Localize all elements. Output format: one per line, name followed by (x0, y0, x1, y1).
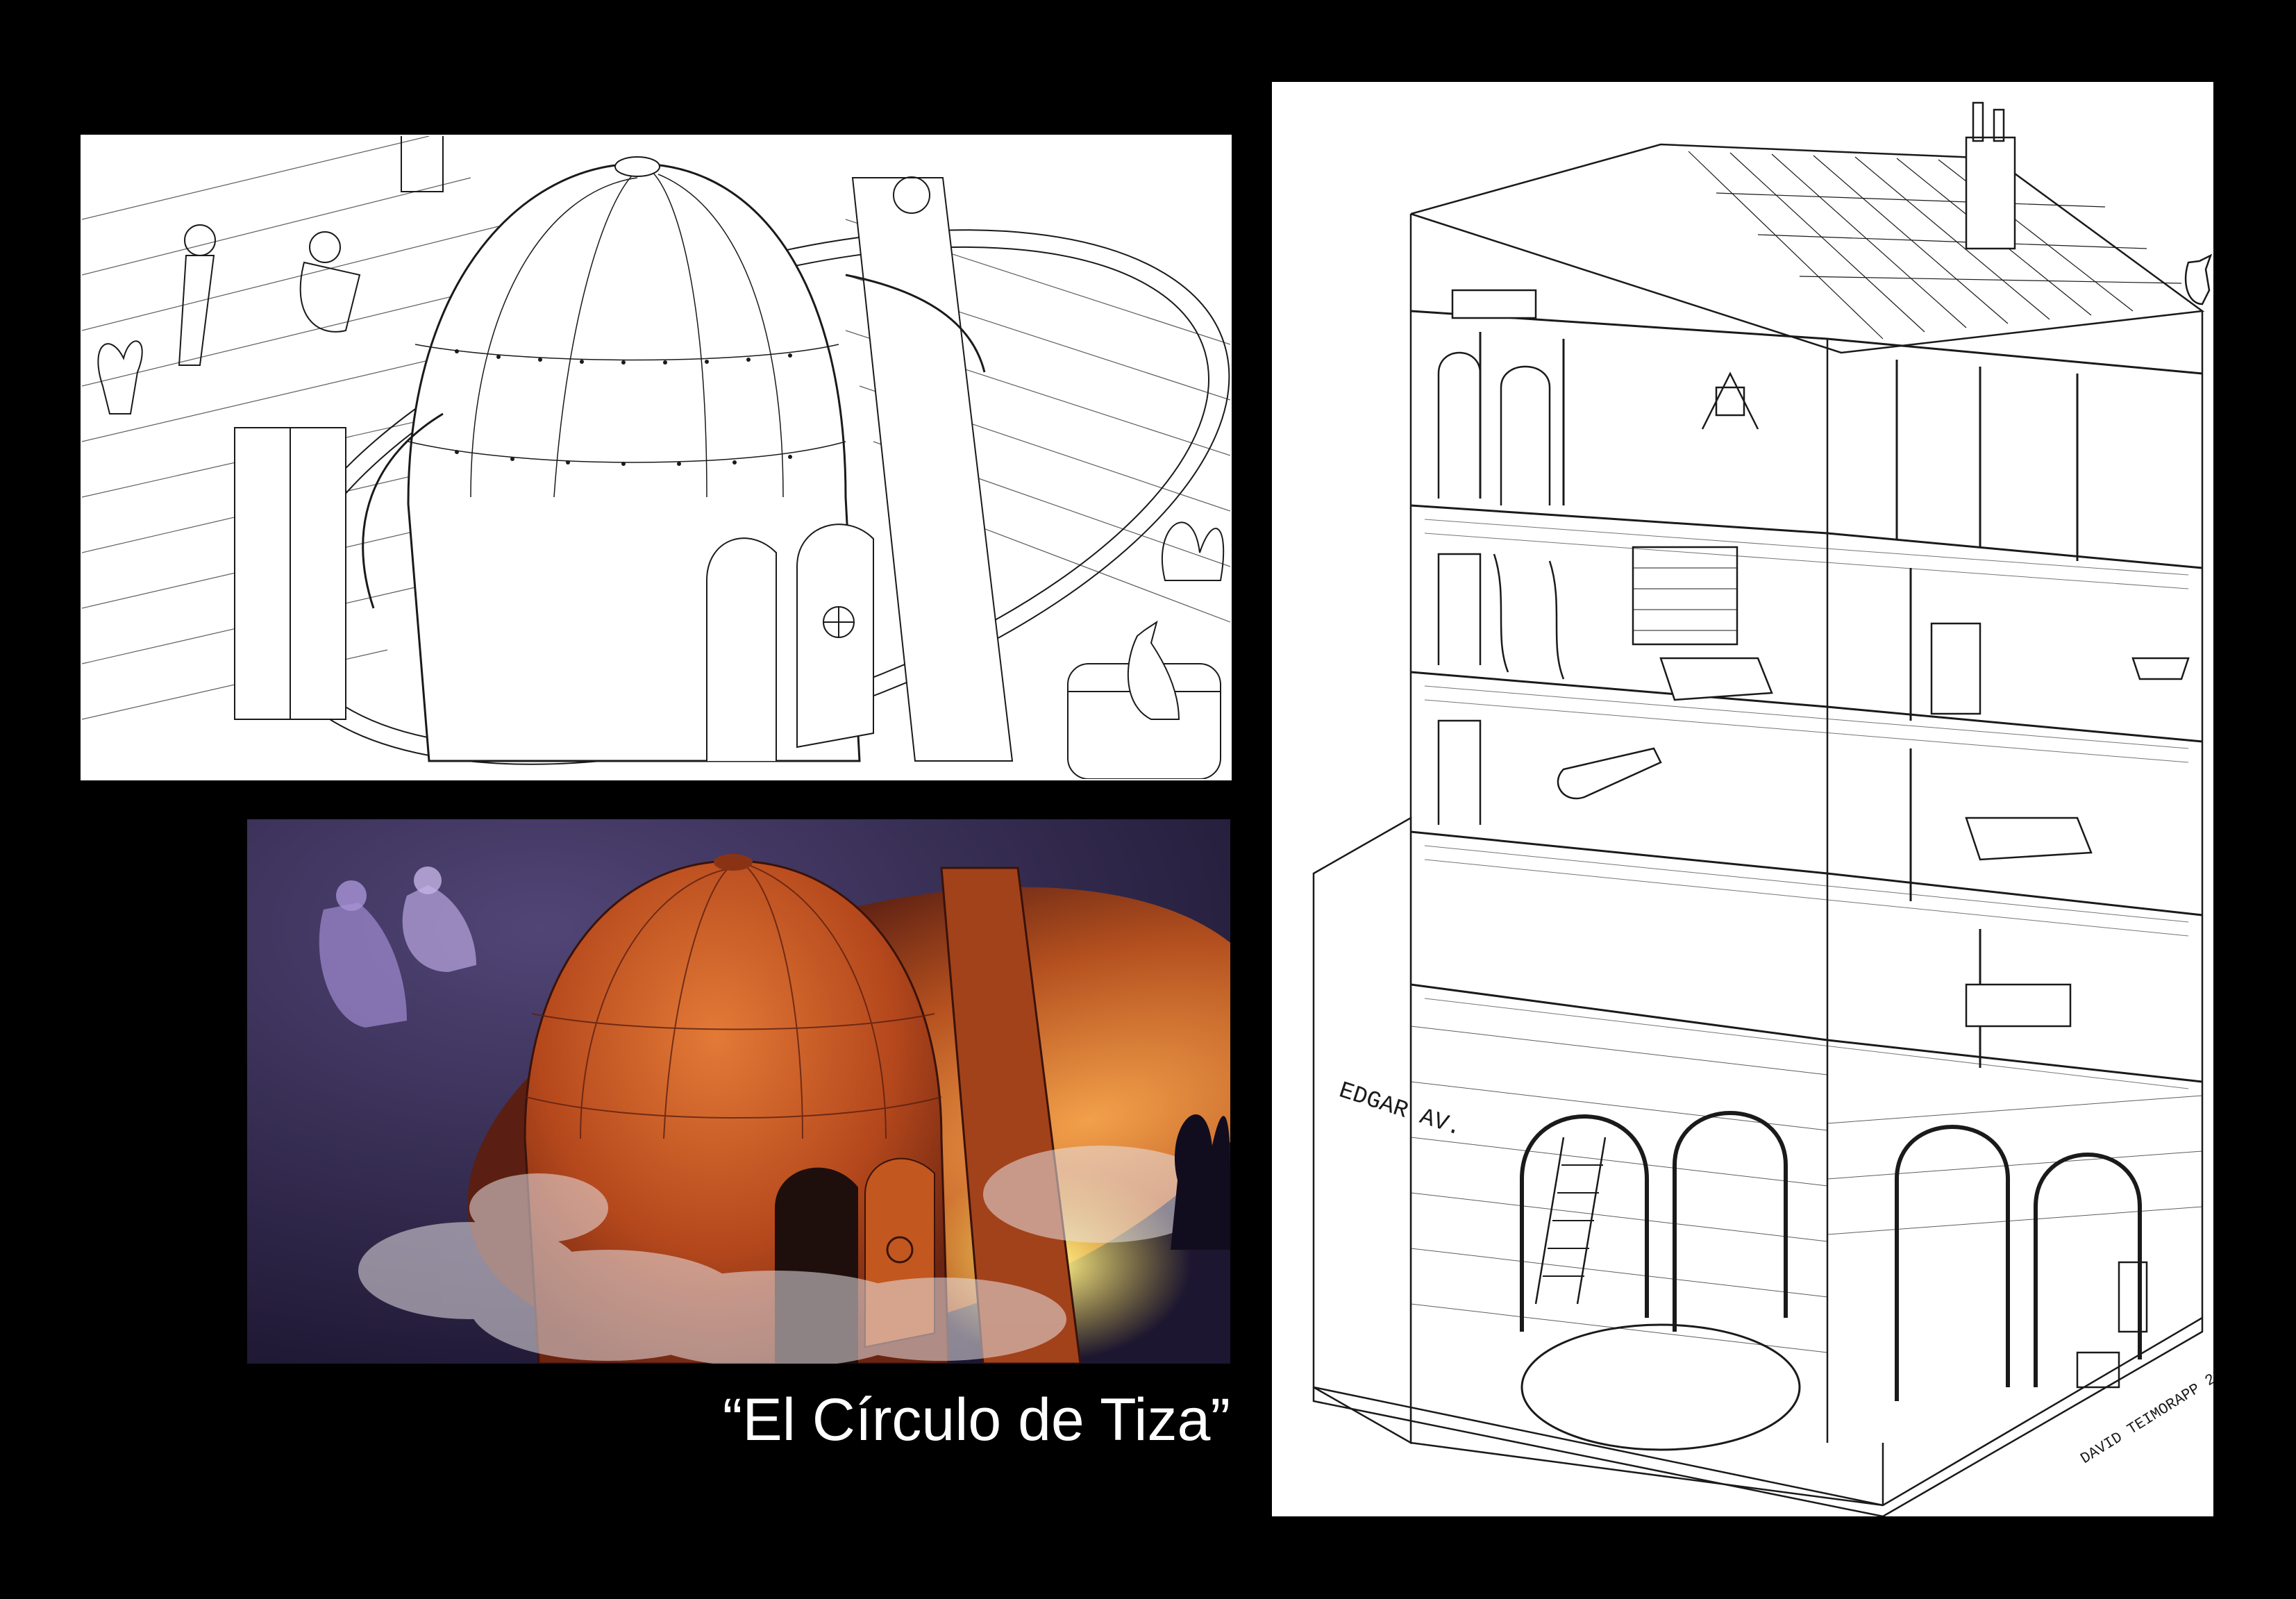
building-drawing-svg: EDGAR AV. DAVID TEIMORAPP 2012 (1312, 101, 2213, 1516)
color-drawing (247, 819, 1230, 1364)
color-illustration (247, 819, 1230, 1364)
artist-signature: DAVID TEIMORAPP 2012 (2077, 1356, 2213, 1468)
lineart-illustration (81, 135, 1232, 780)
caption-title: “El Círculo de Tiza” (722, 1387, 1230, 1453)
building-cutaway-drawing: EDGAR AV. DAVID TEIMORAPP 2012 (1272, 82, 2213, 1516)
lineart-drawing (82, 136, 1230, 779)
